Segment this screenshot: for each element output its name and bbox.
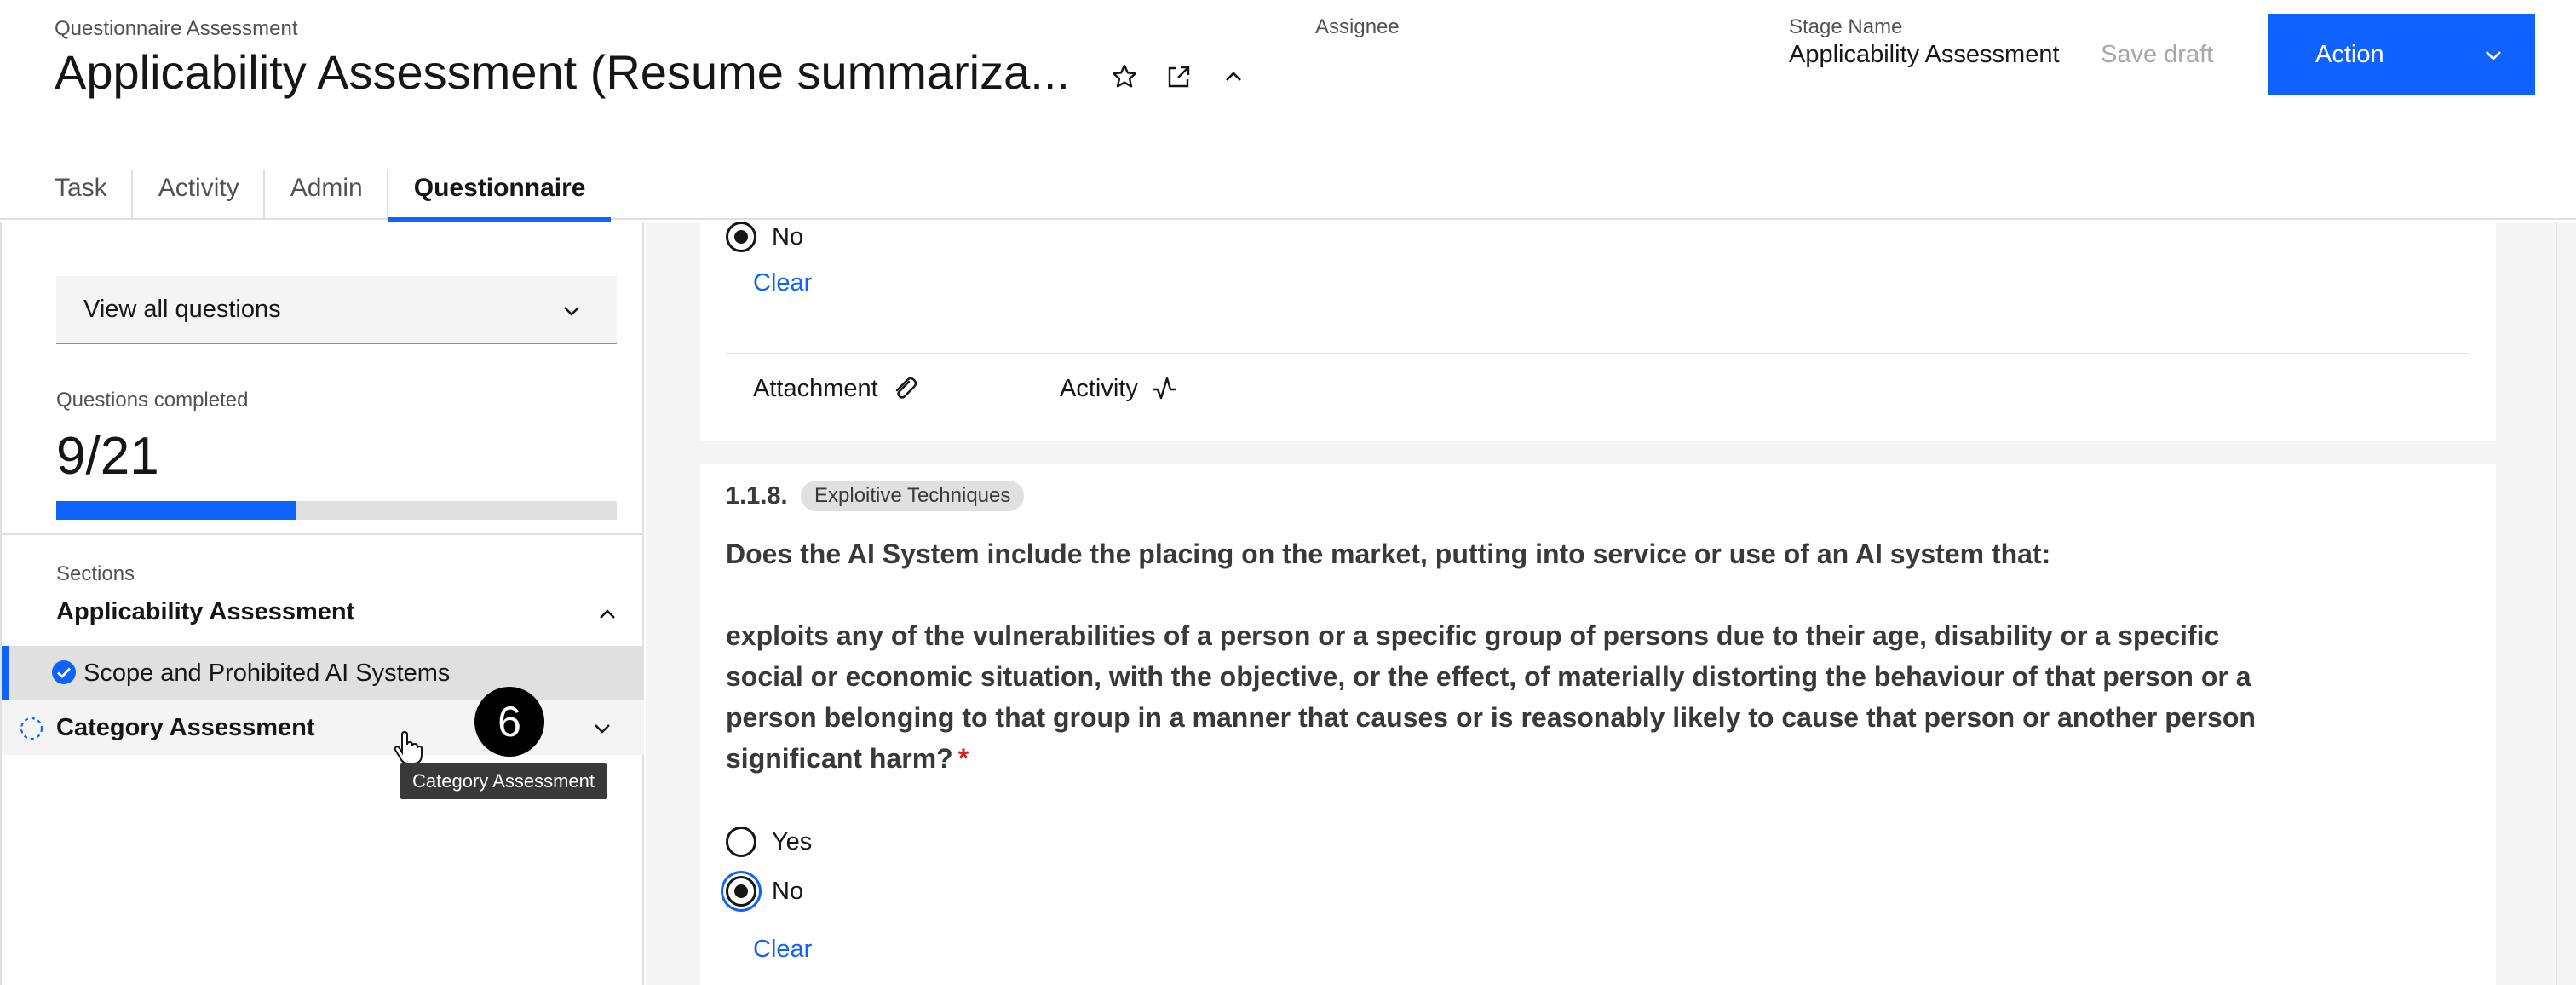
radio-button[interactable] (726, 827, 756, 857)
question-number: 1.1.8. (726, 482, 788, 510)
save-draft-button[interactable]: Save draft (2101, 41, 2213, 69)
tab-admin[interactable]: Admin (265, 158, 388, 220)
section-applicability-assessment[interactable]: Applicability Assessment (56, 598, 618, 632)
chevron-up-icon[interactable] (1216, 60, 1251, 94)
radio-button[interactable] (726, 876, 756, 907)
chevron-up-icon (596, 603, 618, 632)
star-icon[interactable] (1107, 60, 1141, 94)
question-card-previous: No Clear Attachment Activity (700, 222, 2496, 441)
activity-button[interactable]: Activity (1060, 372, 1179, 406)
question-filter-value: View all questions (83, 295, 281, 323)
radio-label: No (772, 222, 804, 251)
sections-label: Sections (56, 562, 135, 585)
attachment-label: Attachment (753, 374, 878, 402)
activity-pulse-icon (1152, 377, 1176, 400)
step-number-badge: 6 (474, 687, 544, 757)
radio-label: Yes (772, 827, 813, 855)
paperclip-icon (895, 377, 917, 399)
question-filter-dropdown[interactable]: View all questions (56, 276, 617, 344)
section-label: Applicability Assessment (56, 598, 355, 625)
question-text: Does the AI System include the placing o… (726, 533, 2259, 779)
question-category-tag: Exploitive Techniques (801, 481, 1025, 511)
launch-icon[interactable] (1162, 60, 1196, 94)
radio-button[interactable] (726, 222, 756, 252)
assignee-label: Assignee (1315, 15, 1400, 38)
tab-questionnaire[interactable]: Questionnaire (388, 158, 612, 222)
tab-activity[interactable]: Activity (133, 158, 265, 220)
chevron-down-icon (2482, 44, 2504, 73)
divider (726, 353, 2469, 354)
action-button-label: Action (2315, 40, 2384, 68)
chevron-down-icon (561, 300, 583, 329)
scrollbar-track[interactable] (2556, 222, 2557, 985)
page-subtitle: Questionnaire Assessment (55, 17, 298, 40)
questions-completed-value: 9/21 (56, 427, 159, 486)
incomplete-dashed-circle-icon (19, 716, 44, 748)
questionnaire-main: No Clear Attachment Activity 1.1.8. Expl… (646, 222, 2576, 985)
stage-name-label: Stage Name (1789, 15, 1903, 38)
section-item-label: Scope and Prohibited AI Systems (83, 659, 451, 687)
question-card: 1.1.8. Exploitive Techniques Does the AI… (700, 464, 2496, 985)
tab-bar: Task Activity Admin Questionnaire (29, 158, 612, 222)
page-header: Questionnaire Assessment Applicability A… (0, 0, 2576, 222)
clear-link[interactable]: Clear (753, 936, 812, 964)
tab-task[interactable]: Task (29, 158, 133, 220)
clear-link[interactable]: Clear (753, 269, 812, 297)
questions-completed-label: Questions completed (56, 389, 249, 412)
divider (2, 533, 644, 535)
section-item-scope-prohibited[interactable]: Scope and Prohibited AI Systems (2, 646, 644, 700)
radio-option-yes[interactable]: Yes (726, 825, 812, 859)
radio-label: No (772, 877, 804, 905)
section-label: Category Assessment (56, 714, 315, 741)
chevron-down-icon (591, 717, 613, 746)
required-mark: * (957, 743, 969, 774)
sidebar: View all questions Questions completed 9… (0, 222, 644, 985)
completion-progress-bar (56, 501, 617, 520)
section-category-assessment[interactable]: Category Assessment (2, 700, 644, 755)
question-text-intro: Does the AI System include the placing o… (726, 539, 2051, 569)
page-title: Applicability Assessment (Resume summari… (55, 45, 1070, 99)
stage-name-value: Applicability Assessment (1789, 41, 2060, 68)
radio-option-no[interactable]: No (726, 874, 803, 908)
radio-option-no[interactable]: No (726, 220, 803, 254)
attachment-button[interactable]: Attachment (753, 372, 919, 406)
tooltip: Category Assessment (400, 763, 607, 799)
question-text-body: exploits any of the vulnerabilities of a… (726, 620, 2256, 774)
checkmark-filled-icon (51, 660, 77, 692)
activity-label: Activity (1060, 374, 1138, 402)
completion-progress-fill (56, 501, 297, 520)
action-button[interactable]: Action (2268, 14, 2535, 95)
